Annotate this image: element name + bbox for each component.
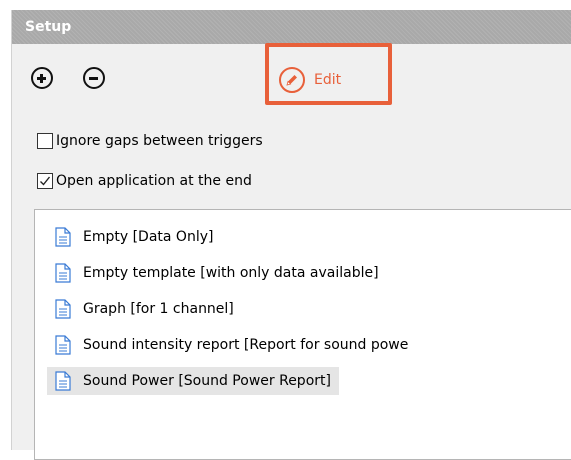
document-icon: [55, 335, 71, 355]
edit-button[interactable]: Edit: [279, 67, 341, 93]
open-app-checkbox[interactable]: [37, 173, 53, 189]
remove-template-button[interactable]: [83, 67, 105, 89]
open-app-option[interactable]: Open application at the end: [37, 172, 252, 190]
checkmark-icon: [40, 176, 51, 186]
ignore-gaps-label: Ignore gaps between triggers: [56, 133, 263, 149]
open-app-label: Open application at the end: [56, 173, 252, 189]
list-item-label: Empty template [with only data available…: [83, 265, 379, 281]
list-item-label: Empty [Data Only]: [83, 229, 214, 245]
list-item[interactable]: Empty [Data Only]: [47, 223, 221, 251]
list-item[interactable]: Sound intensity report [Report for sound…: [47, 331, 416, 359]
list-item-label: Sound intensity report [Report for sound…: [83, 337, 409, 353]
panel-header: Setup: [12, 10, 571, 44]
panel-title: Setup: [25, 19, 72, 35]
document-icon: [55, 263, 71, 283]
list-item[interactable]: Empty template [with only data available…: [47, 259, 387, 287]
list-item-label: Graph [for 1 channel]: [83, 301, 234, 317]
pencil-circle-icon: [279, 67, 305, 93]
edit-label: Edit: [314, 72, 342, 88]
document-icon: [55, 227, 71, 247]
list-item-label: Sound Power [Sound Power Report]: [83, 373, 331, 389]
minus-circle-icon: [89, 77, 98, 80]
ignore-gaps-option[interactable]: Ignore gaps between triggers: [37, 132, 263, 150]
list-item[interactable]: Graph [for 1 channel]: [47, 295, 242, 323]
ignore-gaps-checkbox[interactable]: [37, 133, 53, 149]
document-icon: [55, 299, 71, 319]
list-item-selected[interactable]: Sound Power [Sound Power Report]: [47, 367, 339, 395]
add-template-button[interactable]: [31, 67, 53, 89]
document-icon: [55, 371, 71, 391]
